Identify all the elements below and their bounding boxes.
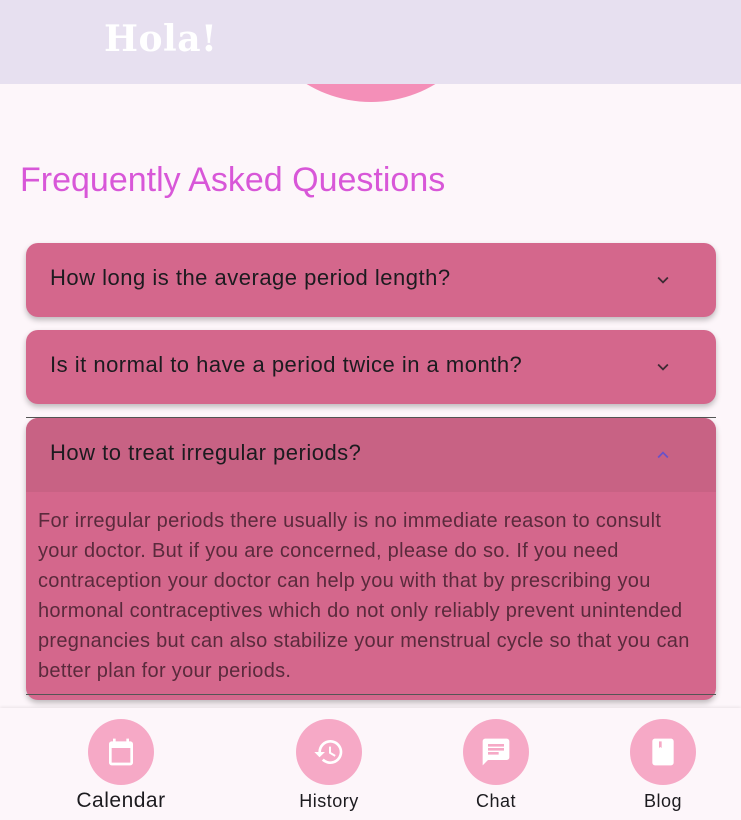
nav-label: History <box>299 791 359 811</box>
faq-question: How long is the average period length? <box>50 265 451 290</box>
app-title: Hola! <box>104 18 218 60</box>
nav-icon-container[interactable] <box>88 719 154 785</box>
nav-label: Chat <box>475 791 517 811</box>
faq-item-2[interactable]: Is it normal to have a period twice in a… <box>26 330 716 404</box>
bottom-navigation: Calendar History Chat Blog <box>0 708 741 820</box>
chevron-down-icon[interactable] <box>652 356 674 378</box>
nav-label: Calendar <box>76 789 166 812</box>
faq-item-header[interactable]: How long is the average period length? <box>26 243 716 317</box>
faq-item-3[interactable]: How to treat irregular periods? For irre… <box>26 418 716 700</box>
nav-item-blog[interactable]: Blog <box>603 719 723 812</box>
nav-label: Blog <box>643 791 683 811</box>
faq-question: How to treat irregular periods? <box>50 440 362 465</box>
app-bar: Hola! <box>0 0 741 84</box>
nav-icon-container[interactable] <box>463 719 529 785</box>
nav-icon-container[interactable] <box>630 719 696 785</box>
faq-answer: For irregular periods there usually is n… <box>38 510 690 682</box>
chevron-down-icon[interactable] <box>652 269 674 291</box>
nav-item-chat[interactable]: Chat <box>436 719 556 812</box>
book-icon <box>652 738 674 766</box>
faq-question: Is it normal to have a period twice in a… <box>50 352 523 377</box>
chevron-up-icon[interactable] <box>652 444 674 466</box>
nav-item-calendar[interactable]: Calendar <box>61 719 181 813</box>
nav-item-history[interactable]: History <box>269 719 389 812</box>
decorative-blob <box>253 84 489 102</box>
faq-heading: Frequently Asked Questions <box>20 161 446 199</box>
chat-icon <box>482 738 510 766</box>
calendar-icon <box>109 738 133 766</box>
faq-item-header[interactable]: Is it normal to have a period twice in a… <box>26 330 716 404</box>
divider <box>26 694 716 695</box>
nav-icon-container[interactable] <box>296 719 362 785</box>
faq-item-header[interactable]: How to treat irregular periods? <box>26 418 716 492</box>
faq-item-1[interactable]: How long is the average period length? <box>26 243 716 317</box>
main-content: Frequently Asked Questions How long is t… <box>0 84 741 708</box>
history-icon <box>314 740 343 764</box>
